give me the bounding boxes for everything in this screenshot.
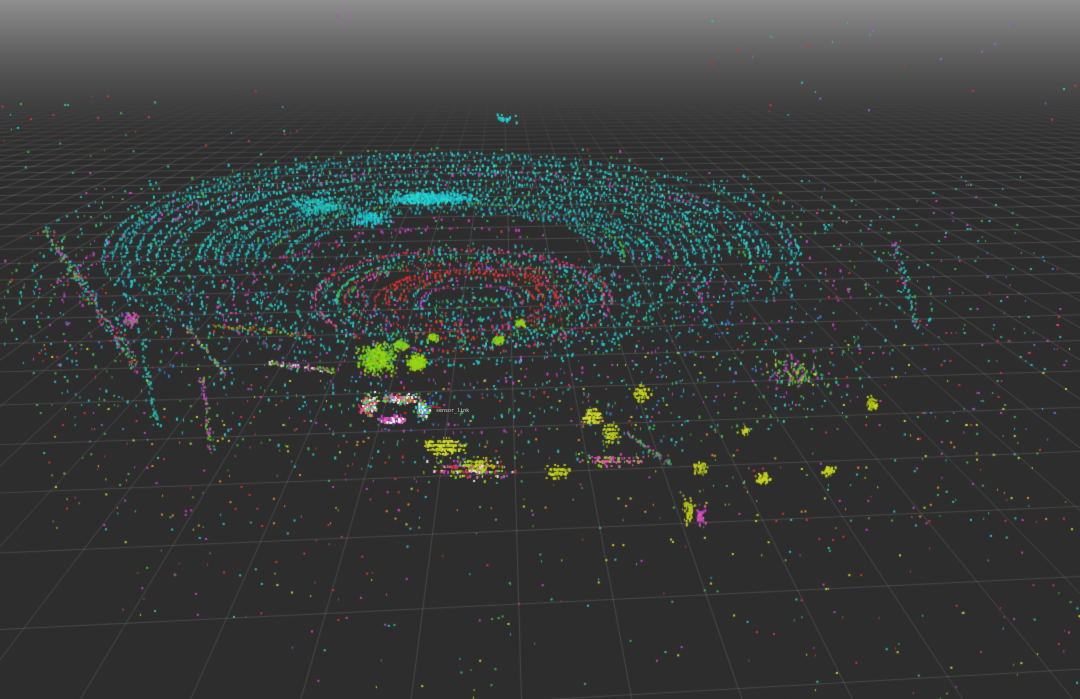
3d-viewport: sensor_link <box>0 0 1080 699</box>
pointcloud-canvas[interactable] <box>0 0 1080 699</box>
